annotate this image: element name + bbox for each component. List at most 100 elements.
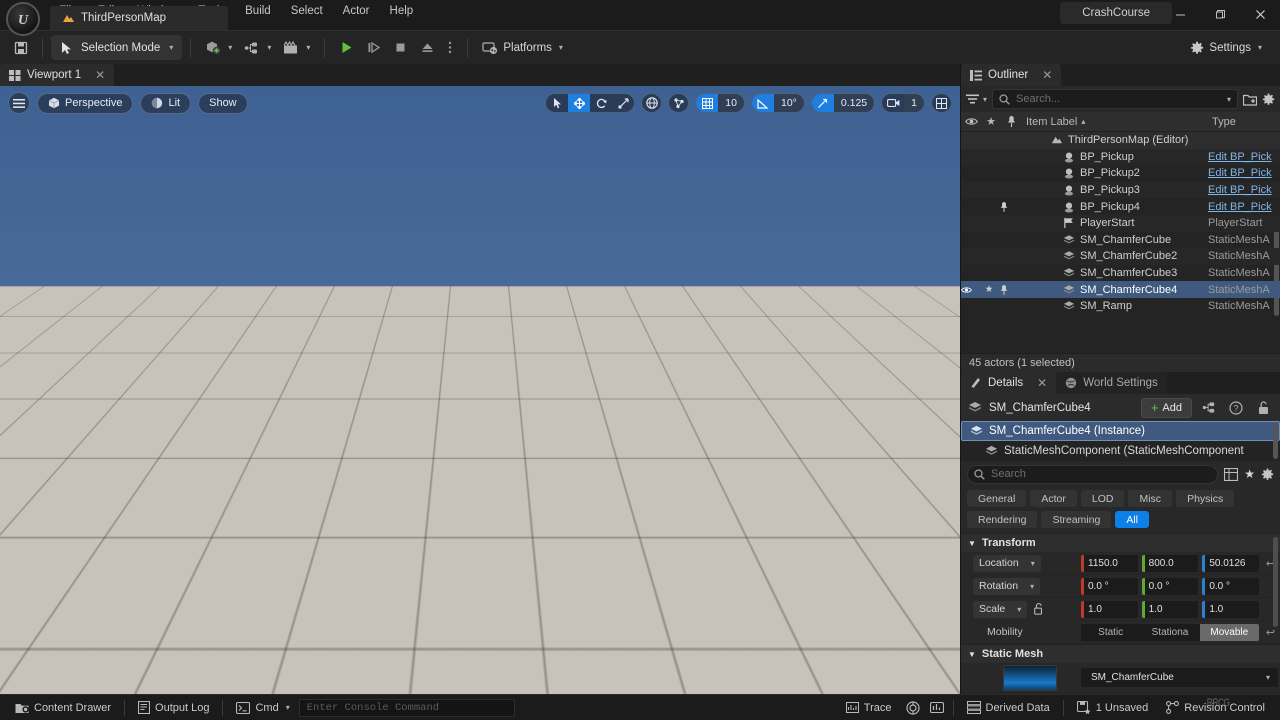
content-drawer-button[interactable]: Content Drawer bbox=[6, 698, 120, 718]
outliner-row[interactable]: BP_Pickup3 Edit BP_Pick bbox=[961, 181, 1280, 199]
menu-item-build[interactable]: Build bbox=[236, 2, 280, 20]
outliner-row-type[interactable]: Edit BP_Pick bbox=[1208, 201, 1280, 213]
camera-speed-group[interactable]: 1 bbox=[881, 93, 925, 113]
column-pin-icon[interactable] bbox=[1001, 116, 1021, 127]
output-log-button[interactable]: Output Log bbox=[129, 698, 218, 718]
row-star-icon[interactable]: ★ bbox=[980, 284, 997, 295]
section-transform[interactable]: ▼ Transform bbox=[961, 533, 1280, 552]
row-pin-icon[interactable] bbox=[1000, 201, 1017, 212]
viewport-show-button[interactable]: Show bbox=[198, 92, 248, 114]
add-actor-button[interactable]: ▾ bbox=[199, 36, 238, 60]
component-tree-scrollbar[interactable] bbox=[1273, 423, 1278, 459]
tab-third-person-map[interactable]: ThirdPersonMap bbox=[50, 6, 228, 30]
settings-button[interactable]: Settings ▾ bbox=[1184, 36, 1268, 60]
unsaved-button[interactable]: 1 Unsaved bbox=[1068, 698, 1158, 718]
blueprints-button[interactable]: ▾ bbox=[238, 36, 277, 60]
row-pin-icon[interactable] bbox=[1000, 284, 1017, 295]
transform-gizmo[interactable] bbox=[283, 404, 393, 494]
scale-z-input[interactable]: 1.0 bbox=[1202, 600, 1260, 618]
column-item-label[interactable]: Item Label ▴ bbox=[1021, 116, 1208, 128]
filter-chip-misc[interactable]: Misc bbox=[1128, 490, 1173, 507]
menu-item-help[interactable]: Help bbox=[381, 2, 423, 20]
outliner-list[interactable]: ThirdPersonMap (Editor) BP_Pickup Edit BP_… bbox=[961, 132, 1280, 353]
snapshot-button[interactable] bbox=[925, 698, 949, 718]
unreal-engine-logo-icon[interactable]: U bbox=[6, 2, 40, 36]
trace-button[interactable]: Trace bbox=[837, 698, 901, 718]
filter-chip-streaming[interactable]: Streaming bbox=[1041, 511, 1112, 528]
component-row-staticmesh[interactable]: StaticMeshComponent (StaticMeshComponent bbox=[961, 441, 1280, 461]
scale-snap-value[interactable]: 0.125 bbox=[833, 94, 875, 112]
outliner-row[interactable]: SM_ChamferCube2 StaticMeshA bbox=[961, 248, 1280, 265]
angle-snap-icon[interactable] bbox=[751, 94, 774, 112]
details-properties[interactable]: ▼ Transform Location ▾ 1150.0 800.0 50.0… bbox=[961, 533, 1280, 694]
filter-chip-general[interactable]: General bbox=[967, 490, 1027, 507]
coordinate-space-button[interactable] bbox=[641, 93, 663, 113]
more-options-button[interactable] bbox=[441, 36, 459, 60]
filter-chip-rendering[interactable]: Rendering bbox=[967, 511, 1038, 528]
rotation-combo[interactable]: Rotation ▾ bbox=[973, 577, 1041, 595]
column-star-icon[interactable]: ★ bbox=[981, 115, 1001, 128]
column-type[interactable]: Type bbox=[1208, 116, 1280, 128]
filter-chip-actor[interactable]: Actor bbox=[1030, 490, 1077, 507]
viewport-perspective-button[interactable]: Perspective bbox=[37, 92, 134, 114]
eject-button[interactable] bbox=[414, 36, 441, 60]
favorites-button[interactable]: ★ bbox=[1244, 467, 1255, 481]
pickup-cube-1[interactable] bbox=[540, 438, 576, 476]
outliner-row[interactable]: ★ SM_ChamferCube4 StaticMeshA bbox=[961, 281, 1280, 298]
collapse-icon[interactable]: ▼ bbox=[968, 539, 976, 548]
save-button[interactable] bbox=[8, 36, 34, 60]
menu-item-actor[interactable]: Actor bbox=[334, 2, 379, 20]
outliner-row[interactable]: BP_Pickup4 Edit BP_Pick bbox=[961, 198, 1280, 215]
cinematics-button[interactable]: ▾ bbox=[277, 36, 316, 60]
mobility-option-stationary[interactable]: Stationa bbox=[1140, 624, 1199, 641]
section-static-mesh[interactable]: ▼ Static Mesh bbox=[961, 644, 1280, 663]
close-icon[interactable]: ✕ bbox=[95, 68, 105, 82]
play-button[interactable] bbox=[333, 36, 360, 60]
close-icon[interactable]: ✕ bbox=[1042, 68, 1052, 82]
component-row-instance[interactable]: SM_ChamferCube4 (Instance) bbox=[961, 421, 1280, 441]
mobility-option-static[interactable]: Static bbox=[1081, 624, 1140, 641]
viewport-layout-button[interactable] bbox=[931, 93, 952, 113]
location-x-input[interactable]: 1150.0 bbox=[1081, 554, 1138, 572]
filter-chip-physics[interactable]: Physics bbox=[1176, 490, 1235, 507]
filter-chip-lod[interactable]: LOD bbox=[1080, 490, 1125, 507]
angle-snap-value[interactable]: 10° bbox=[773, 94, 804, 112]
mobility-option-movable[interactable]: Movable bbox=[1199, 623, 1259, 641]
collapse-icon[interactable]: ▼ bbox=[968, 650, 976, 659]
performance-button[interactable] bbox=[901, 698, 925, 718]
outliner-row-type[interactable]: Edit BP_Pick bbox=[1208, 151, 1280, 163]
chevron-down-icon[interactable]: ▾ bbox=[1227, 95, 1231, 104]
maximize-button[interactable] bbox=[1200, 0, 1240, 28]
scale-combo[interactable]: Scale ▾ bbox=[973, 600, 1028, 618]
play-step-button[interactable] bbox=[360, 36, 387, 60]
rotate-tool-icon[interactable] bbox=[590, 94, 612, 112]
outliner-filter-button[interactable]: ▾ bbox=[966, 93, 987, 105]
tab-world-settings[interactable]: World Settings bbox=[1056, 372, 1167, 394]
scale-snap-icon[interactable] bbox=[811, 94, 834, 112]
viewport-3d[interactable]: Third Person Template Z Y X Perspective … bbox=[0, 86, 960, 694]
outliner-row[interactable]: SM_ChamferCube3 StaticMeshA bbox=[961, 265, 1280, 282]
close-icon[interactable]: ✕ bbox=[1037, 376, 1047, 390]
tab-outliner[interactable]: Outliner ✕ bbox=[961, 64, 1062, 86]
row-eye-icon[interactable] bbox=[961, 286, 978, 294]
outliner-row-type[interactable]: Edit BP_Pick bbox=[1208, 184, 1280, 196]
details-settings-button[interactable] bbox=[1261, 468, 1274, 481]
open-blueprint-button[interactable] bbox=[1199, 398, 1219, 418]
menu-item-select[interactable]: Select bbox=[282, 2, 332, 20]
close-button[interactable] bbox=[1240, 0, 1280, 28]
lock-details-button[interactable] bbox=[1253, 398, 1273, 418]
console-command-input[interactable]: Enter Console Command bbox=[298, 698, 515, 717]
outliner-search-input[interactable]: Search... ▾ bbox=[992, 89, 1238, 109]
outliner-row[interactable]: ThirdPersonMap (Editor) bbox=[961, 132, 1280, 149]
tab-viewport-1[interactable]: Viewport 1 ✕ bbox=[0, 64, 115, 86]
details-search-input[interactable]: Search bbox=[967, 464, 1219, 484]
select-tool-icon[interactable] bbox=[546, 94, 568, 112]
scale-y-input[interactable]: 1.0 bbox=[1141, 600, 1199, 618]
outliner-row[interactable]: BP_Pickup2 Edit BP_Pick bbox=[961, 165, 1280, 182]
location-combo[interactable]: Location ▾ bbox=[973, 554, 1041, 572]
pickup-cube-3[interactable] bbox=[630, 518, 672, 560]
scale-snap-group[interactable]: 0.125 bbox=[810, 93, 876, 113]
outliner-row[interactable]: SM_Ramp StaticMeshA bbox=[961, 298, 1280, 315]
pickup-cube-2[interactable] bbox=[690, 446, 728, 486]
angle-snap-group[interactable]: 10° bbox=[750, 93, 805, 113]
